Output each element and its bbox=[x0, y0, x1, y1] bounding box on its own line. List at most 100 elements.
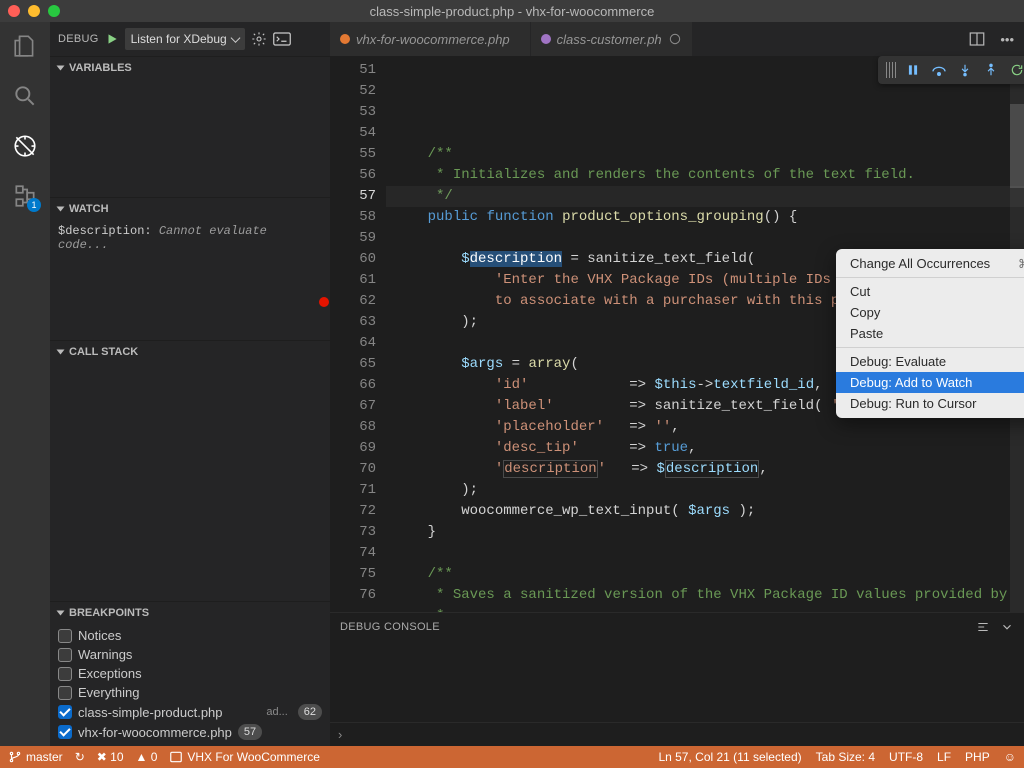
pause-icon[interactable] bbox=[904, 61, 922, 79]
start-debug-icon[interactable] bbox=[105, 32, 119, 46]
tab[interactable]: class-customer.ph bbox=[531, 22, 693, 56]
checkbox[interactable] bbox=[58, 705, 72, 719]
breakpoint-label: vhx-for-woocommerce.php bbox=[78, 725, 232, 740]
window-close-icon[interactable] bbox=[8, 5, 20, 17]
scm-icon[interactable]: 1 bbox=[11, 182, 39, 210]
debug-console-input[interactable]: › bbox=[330, 722, 1024, 746]
debug-label: DEBUG bbox=[58, 33, 99, 45]
sidebar: DEBUG Listen for XDebug VARIABLES bbox=[50, 22, 330, 746]
prompt-icon: › bbox=[338, 727, 342, 742]
feedback-icon[interactable]: ☺ bbox=[1004, 750, 1016, 764]
breakpoint-line-badge: 57 bbox=[238, 724, 262, 740]
split-editor-icon[interactable] bbox=[968, 30, 986, 48]
panel-breakpoints[interactable]: BREAKPOINTS bbox=[50, 602, 330, 624]
step-over-icon[interactable] bbox=[930, 61, 948, 79]
menu-item[interactable]: Debug: Evaluate bbox=[836, 347, 1024, 372]
warnings-count[interactable]: ▲ 0 bbox=[136, 750, 158, 764]
chevron-down-icon bbox=[57, 207, 65, 212]
panel-watch-label: WATCH bbox=[69, 203, 109, 215]
activity-bar: 1 bbox=[0, 22, 50, 746]
modified-icon bbox=[668, 32, 682, 46]
file-icon bbox=[541, 34, 551, 44]
status-bar: master ↻ ✖ 10 ▲ 0 VHX For WooCommerce Ln… bbox=[0, 746, 1024, 768]
menu-shortcut: ⌘F2 bbox=[1018, 257, 1024, 271]
language-mode[interactable]: PHP bbox=[965, 750, 990, 764]
panel-breakpoints-label: BREAKPOINTS bbox=[69, 607, 149, 619]
menu-item-label: Copy bbox=[850, 305, 880, 320]
restart-icon[interactable] bbox=[1008, 61, 1024, 79]
search-icon[interactable] bbox=[11, 82, 39, 110]
titlebar: class-simple-product.php - vhx-for-wooco… bbox=[0, 0, 1024, 22]
menu-item[interactable]: Paste⌘V bbox=[836, 323, 1024, 344]
panel-watch[interactable]: WATCH bbox=[50, 198, 330, 220]
git-branch[interactable]: master bbox=[8, 750, 63, 764]
panel-callstack[interactable]: CALL STACK bbox=[50, 341, 330, 363]
context-menu: Change All Occurrences⌘F2Cut⌘XCopy⌘CPast… bbox=[836, 249, 1024, 418]
breakpoint-line-badge: 62 bbox=[298, 704, 322, 720]
menu-item-label: Paste bbox=[850, 326, 883, 341]
menu-item-label: Cut bbox=[850, 284, 870, 299]
collapse-icon[interactable] bbox=[1000, 620, 1014, 634]
step-into-icon[interactable] bbox=[956, 61, 974, 79]
tabs: vhx-for-woocommerce.php class-customer.ph… bbox=[330, 22, 1024, 56]
menu-item[interactable]: Cut⌘X bbox=[836, 277, 1024, 302]
encoding[interactable]: UTF-8 bbox=[889, 750, 923, 764]
menu-item-label: Debug: Add to Watch bbox=[850, 375, 972, 390]
eol[interactable]: LF bbox=[937, 750, 951, 764]
breakpoint-item[interactable]: Warnings bbox=[58, 647, 322, 662]
checkbox[interactable] bbox=[58, 667, 72, 681]
breakpoint-subpath: ad... bbox=[266, 706, 287, 718]
window-title: class-simple-product.php - vhx-for-wooco… bbox=[0, 4, 1024, 19]
checkbox[interactable] bbox=[58, 648, 72, 662]
breakpoint-item[interactable]: Everything bbox=[58, 685, 322, 700]
breakpoint-item[interactable]: Notices bbox=[58, 628, 322, 643]
checkbox[interactable] bbox=[58, 725, 72, 739]
debug-config-select[interactable]: Listen for XDebug bbox=[125, 28, 245, 50]
gutter[interactable]: 5152535455565758596061626364656667686970… bbox=[330, 56, 386, 612]
step-out-icon[interactable] bbox=[982, 61, 1000, 79]
project-name[interactable]: VHX For WooCommerce bbox=[169, 750, 319, 764]
tab[interactable]: vhx-for-woocommerce.php bbox=[330, 22, 531, 56]
drag-handle-icon[interactable] bbox=[886, 62, 896, 78]
breakpoint-item[interactable]: class-simple-product.phpad...62 bbox=[58, 704, 322, 720]
menu-item[interactable]: Debug: Run to Cursor bbox=[836, 393, 1024, 414]
breakpoint-label: Notices bbox=[78, 628, 121, 643]
chevron-down-icon bbox=[57, 350, 65, 355]
panel-variables[interactable]: VARIABLES bbox=[50, 57, 330, 79]
window-minimize-icon[interactable] bbox=[28, 5, 40, 17]
menu-item-label: Debug: Run to Cursor bbox=[850, 396, 976, 411]
debug-icon[interactable] bbox=[11, 132, 39, 160]
breakpoint-item[interactable]: vhx-for-woocommerce.php 57 bbox=[58, 724, 322, 740]
debug-toolbar: DEBUG Listen for XDebug bbox=[50, 22, 330, 56]
settings-icon[interactable] bbox=[976, 620, 990, 634]
breakpoint-item[interactable]: Exceptions bbox=[58, 666, 322, 681]
debug-console-title: DEBUG CONSOLE bbox=[340, 621, 440, 633]
checkbox[interactable] bbox=[58, 686, 72, 700]
debug-console-icon[interactable] bbox=[273, 32, 291, 46]
menu-item[interactable]: Copy⌘C bbox=[836, 302, 1024, 323]
file-icon bbox=[340, 34, 350, 44]
menu-item[interactable]: Debug: Add to Watch bbox=[836, 372, 1024, 393]
checkbox[interactable] bbox=[58, 629, 72, 643]
menu-item-label: Debug: Evaluate bbox=[850, 354, 946, 369]
debug-step-toolbar[interactable]: ✕ bbox=[878, 56, 1024, 84]
cursor-position[interactable]: Ln 57, Col 21 (11 selected) bbox=[658, 750, 801, 764]
chevron-down-icon bbox=[57, 66, 65, 71]
panel-variables-label: VARIABLES bbox=[69, 62, 132, 74]
tab-size[interactable]: Tab Size: 4 bbox=[816, 750, 875, 764]
more-icon[interactable]: ••• bbox=[1000, 32, 1014, 47]
gear-icon[interactable] bbox=[251, 31, 267, 47]
debug-console-panel: DEBUG CONSOLE › bbox=[330, 612, 1024, 746]
tab-label: class-customer.ph bbox=[557, 32, 662, 47]
activity-badge: 1 bbox=[27, 198, 41, 212]
breakpoint-label: Exceptions bbox=[78, 666, 142, 681]
panel-callstack-label: CALL STACK bbox=[69, 346, 138, 358]
watch-item[interactable]: $description: Cannot evaluate code... bbox=[58, 224, 322, 252]
breakpoint-label: Warnings bbox=[78, 647, 132, 662]
files-icon[interactable] bbox=[11, 32, 39, 60]
menu-item[interactable]: Change All Occurrences⌘F2 bbox=[836, 253, 1024, 274]
git-sync[interactable]: ↻ bbox=[75, 750, 85, 764]
errors-count[interactable]: ✖ 10 bbox=[97, 750, 124, 764]
window-maximize-icon[interactable] bbox=[48, 5, 60, 17]
tab-label: vhx-for-woocommerce.php bbox=[356, 32, 510, 47]
